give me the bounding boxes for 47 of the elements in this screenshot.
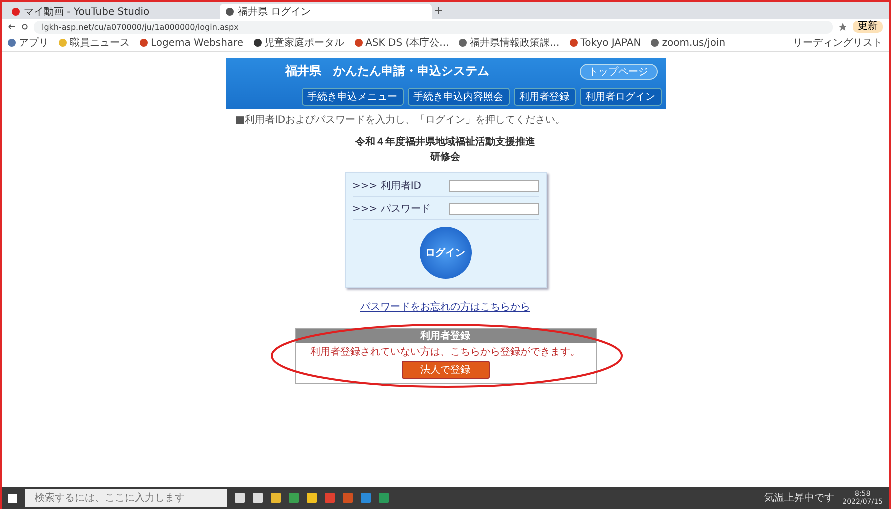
nav-button[interactable]: 手続き申込メニュー (302, 88, 404, 106)
bookmark[interactable]: Tokyo JAPAN (570, 38, 642, 48)
taskbar-search-field[interactable]: 検索するには、ここに入力します (25, 489, 227, 507)
site-icon (140, 39, 148, 47)
input-field[interactable] (448, 180, 538, 192)
bookmark[interactable]: 福井県情報政策課... (459, 36, 560, 50)
input-field[interactable] (448, 203, 538, 215)
register-text: 利用者登録されていない方は、こちらから登録ができます。 (310, 346, 580, 359)
reading-list[interactable]: リーディングリスト (793, 36, 883, 50)
register-title: 利用者登録 (296, 329, 596, 343)
nav-button[interactable]: 利用者登録 (514, 88, 576, 106)
field-label: >>> パスワード (352, 203, 432, 216)
bookmark[interactable]: ASK DS (本庁公... (354, 36, 450, 50)
update-button[interactable]: 更新 (853, 21, 883, 33)
event-heading: 研修会 (430, 150, 460, 164)
bookmark[interactable]: zoom.us/join (651, 38, 726, 48)
field-label: >>> 利用者ID (352, 180, 422, 193)
address-bar[interactable]: lgkh-asp.net/cu/a070000/ju/1a000000/login.aspx (34, 20, 833, 34)
site-icon (254, 39, 262, 47)
site-icon (59, 39, 67, 47)
login-instruction: ■利用者IDおよびパスワードを入力し、「ログイン」を押してください。 (234, 114, 567, 128)
windows-icon[interactable] (8, 494, 17, 502)
forgot-password-link[interactable]: パスワードをお忘れの方はこちらから (360, 300, 530, 314)
bookmark[interactable]: Logema Webshare (140, 38, 244, 48)
bookmark[interactable]: 児童家庭ポータル (254, 36, 345, 50)
new-tab-button[interactable]: + (434, 4, 444, 17)
reload-icon[interactable] (22, 24, 28, 30)
bookmark[interactable]: 職員ニュース (59, 36, 130, 50)
site-icon (12, 8, 20, 16)
site-icon (651, 39, 660, 47)
site-icon (226, 8, 234, 16)
browser-tab[interactable]: 福井県 ログイン (220, 4, 432, 19)
star-icon[interactable] (839, 23, 847, 31)
weather-text: 気温上昇中です (764, 492, 835, 505)
site-title: 福井県 かんたん申請・申込システム (286, 63, 490, 80)
register-button[interactable]: 法人で登録 (402, 361, 490, 379)
nav-button[interactable]: 利用者ログイン (580, 88, 662, 106)
nav-button[interactable]: 手続き申込内容照会 (408, 88, 510, 106)
back-icon[interactable] (8, 24, 16, 30)
browser-tab[interactable]: マイ動画 - YouTube Studio (6, 4, 218, 19)
event-heading: 令和４年度福井県地域福祉活動支援推進 (356, 135, 536, 149)
site-icon (354, 39, 363, 47)
bookmark[interactable]: アプリ (8, 36, 49, 50)
site-icon (8, 39, 16, 47)
login-button[interactable]: ログイン (420, 227, 472, 279)
site-icon (459, 39, 468, 47)
site-icon (570, 39, 578, 47)
